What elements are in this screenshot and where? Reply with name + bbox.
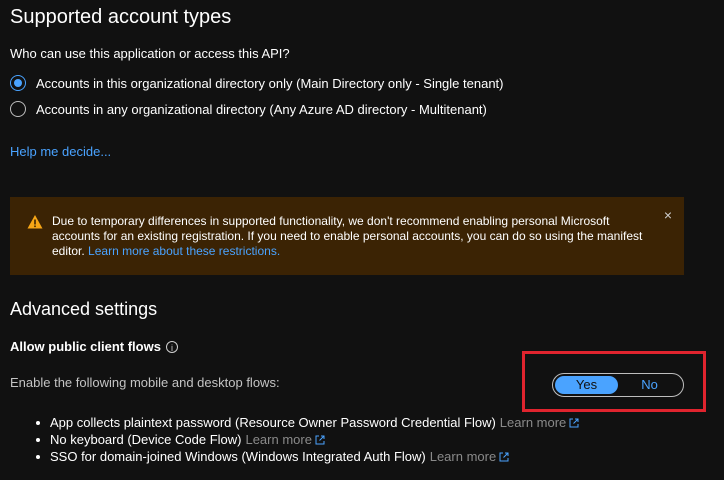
external-link-icon [569, 418, 579, 427]
radio-multitenant[interactable]: Accounts in any organizational directory… [10, 101, 487, 117]
learn-more-text[interactable]: Learn more [500, 415, 566, 430]
info-icon[interactable]: i [165, 340, 178, 353]
learn-more-link[interactable]: Learn more [500, 415, 580, 430]
warning-banner: Due to temporary differences in supporte… [10, 197, 684, 275]
warning-icon [27, 215, 43, 229]
radio-button-checked[interactable] [10, 75, 26, 91]
radio-label: Accounts in any organizational directory… [36, 101, 487, 117]
flow-text: SSO for domain-joined Windows (Windows I… [50, 449, 426, 464]
learn-more-text[interactable]: Learn more [245, 432, 311, 447]
help-me-decide-link[interactable]: Help me decide... [10, 144, 111, 159]
close-icon[interactable]: × [664, 207, 672, 223]
bullet-dot [36, 437, 40, 442]
section-title: Supported account types [10, 6, 232, 28]
external-link-icon [499, 452, 509, 461]
bullet-dot [36, 420, 40, 425]
learn-more-link[interactable]: Learn more [245, 432, 325, 447]
radio-label: Accounts in this organizational director… [36, 75, 504, 91]
bullet-dot [36, 454, 40, 459]
list-item: No keyboard (Device Code Flow) Learn mor… [36, 431, 580, 448]
flow-text: App collects plaintext password (Resourc… [50, 415, 496, 430]
public-client-flows-label: Allow public client flows i [10, 339, 178, 354]
learn-more-text[interactable]: Learn more [430, 449, 496, 464]
public-client-flows-text: Allow public client flows [10, 339, 161, 354]
highlight-box [522, 351, 706, 412]
access-question: Who can use this application or access t… [10, 46, 290, 61]
learn-more-link[interactable]: Learn more [430, 449, 510, 464]
advanced-settings-title: Advanced settings [10, 299, 158, 319]
flow-text: No keyboard (Device Code Flow) [50, 432, 242, 447]
list-item: App collects plaintext password (Resourc… [36, 414, 580, 431]
list-item: SSO for domain-joined Windows (Windows I… [36, 448, 580, 465]
enable-flows-description: Enable the following mobile and desktop … [10, 375, 280, 390]
restrictions-link[interactable]: Learn more about these restrictions. [88, 244, 280, 258]
radio-button[interactable] [10, 101, 26, 117]
radio-single-tenant[interactable]: Accounts in this organizational director… [10, 75, 504, 91]
external-link-icon [315, 435, 325, 444]
warning-message: Due to temporary differences in supporte… [52, 214, 652, 259]
flows-list: App collects plaintext password (Resourc… [36, 414, 580, 465]
